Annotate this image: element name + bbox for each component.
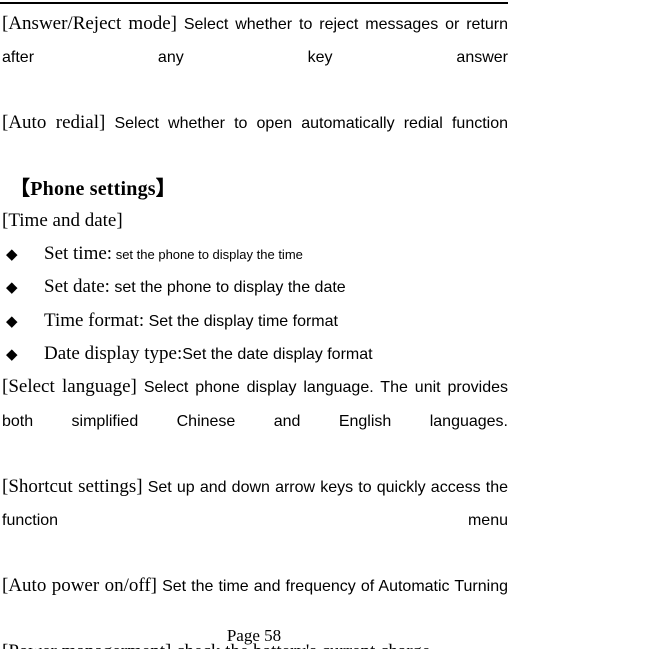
list-item: ◆ Set time: set the phone to display the … xyxy=(2,238,508,271)
document-body: [Answer/Reject mode] Select whether to r… xyxy=(2,8,508,649)
list-item: ◆ Set date: set the phone to display the … xyxy=(2,271,508,304)
section-heading-phone-settings: 【Phone settings】 xyxy=(10,178,176,201)
bullet-description: Set the display time format xyxy=(148,312,338,330)
entry-description: Select whether to open automatically red… xyxy=(114,115,509,133)
bullet-term: Set time: xyxy=(44,242,113,264)
bullet-description: set the phone to display the time xyxy=(115,246,303,262)
entry-shortcut-settings: [Shortcut settings] Set up and down arro… xyxy=(2,471,508,570)
diamond-bullet-icon: ◆ xyxy=(6,345,18,364)
entry-description: Set the time and frequency of Automatic … xyxy=(162,577,508,595)
entry-auto-redial: [Auto redial] Select whether to open aut… xyxy=(2,107,508,173)
entry-term: [Auto redial] xyxy=(2,112,106,134)
entry-select-language: [Select language] Select phone display l… xyxy=(2,371,508,470)
diamond-bullet-icon: ◆ xyxy=(6,278,18,297)
section-label-time-and-date: [Time and date] xyxy=(2,210,123,232)
bullet-term: Set date: xyxy=(44,276,110,298)
bullet-term: Time format: xyxy=(44,309,145,331)
bullet-description: set the phone to display the date xyxy=(114,279,346,297)
entry-term: [Auto power on/off] xyxy=(2,574,157,596)
diamond-bullet-icon: ◆ xyxy=(6,311,18,330)
bullet-term: Date display type: xyxy=(44,343,183,365)
header-rule xyxy=(0,2,508,4)
diamond-bullet-icon: ◆ xyxy=(6,244,18,263)
entry-answer-reject-mode: [Answer/Reject mode] Select whether to r… xyxy=(2,8,508,107)
list-item: ◆ Date display type:Set the date display … xyxy=(2,338,508,371)
list-item: ◆ Time format: Set the display time forma… xyxy=(2,305,508,338)
entry-term: [Shortcut settings] xyxy=(2,475,143,497)
bullet-description: Set the date display format xyxy=(182,346,373,364)
entry-term: [Answer/Reject mode] xyxy=(2,13,177,34)
page-footer: Page 58 xyxy=(226,626,282,645)
entry-term: [Select language] xyxy=(2,376,137,398)
document-page: [Answer/Reject mode] Select whether to r… xyxy=(0,0,655,649)
